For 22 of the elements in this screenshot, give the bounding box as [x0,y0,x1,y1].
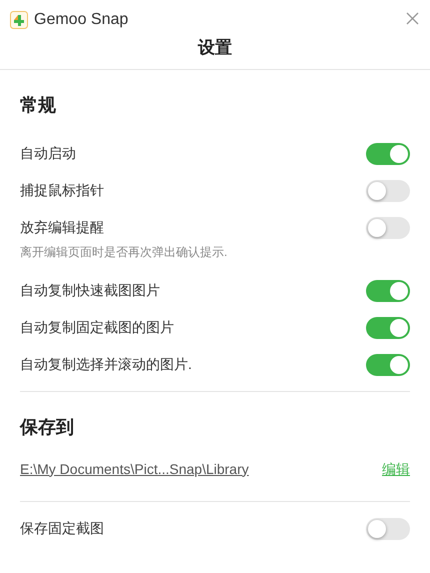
setting-label: 自动启动 [20,144,76,163]
setting-label: 自动复制快速截图图片 [20,281,160,300]
setting-label: 捕捉鼠标指针 [20,181,104,200]
toggle-switch[interactable] [366,316,410,338]
section-title: 常规 [20,95,56,115]
app-logo-icon [10,11,28,29]
setting-label: 放弃编辑提醒 [20,218,104,237]
folder-path-link[interactable]: E:\My Documents\Pict...Snap\Library [20,458,249,480]
section-title: 保存到 [20,417,74,437]
toggle-switch[interactable] [366,180,410,202]
toggle-switch[interactable] [366,518,410,540]
toggle-switch[interactable] [366,354,410,376]
setting-label: 自动复制固定截图的图片 [20,318,174,337]
setting-label: 保存固定截图 [20,519,104,538]
setting-hint: 离开编辑页面时是否再次弹出确认提示. [20,245,228,259]
dialog-heading: 设置 [198,37,232,59]
close-icon[interactable] [406,12,419,25]
setting-label: 自动复制选择并滚动的图片. [20,355,192,374]
toggle-switch[interactable] [366,280,410,302]
window-title: Gemoo Snap [34,10,128,30]
toggle-switch[interactable] [366,142,410,164]
toggle-switch[interactable] [366,216,410,238]
